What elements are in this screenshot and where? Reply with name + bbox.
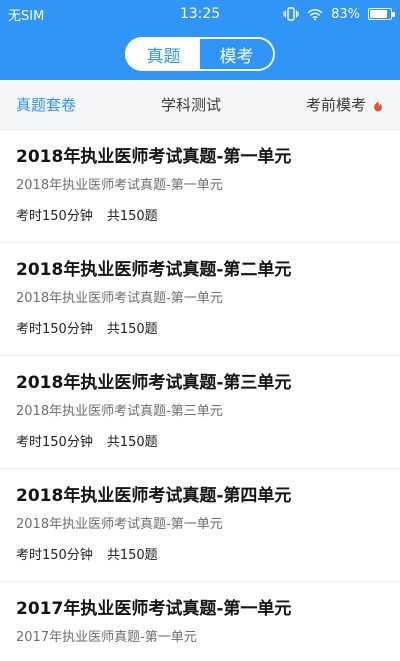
- exam-title: 2018年执业医师考试真题-第二单元: [16, 260, 292, 280]
- carrier-text: 无SIM: [8, 8, 45, 24]
- battery-percent: 83%: [331, 6, 360, 22]
- exam-subtitle: 2018年执业医师考试真题-第一单元: [16, 178, 223, 193]
- exam-subtitle: 2018年执业医师考试真题-第一单元: [16, 517, 223, 532]
- exam-time: 考时150分钟: [16, 209, 93, 224]
- battery-icon: [368, 8, 395, 20]
- list-item[interactable]: 2017年执业医师考试真题-第一单元 2017年执业医师真题-第一单元: [0, 582, 400, 661]
- exam-count: 共150题: [106, 322, 158, 337]
- exam-count: 共150题: [106, 209, 158, 224]
- subtab-real-sets-label: 真题套卷: [16, 96, 77, 114]
- toggle-real-exam[interactable]: 真题: [127, 39, 200, 69]
- app-header: 无SIM 13:25 83% 真题 模考: [0, 0, 400, 80]
- exam-meta: 考时150分钟 共150题: [16, 205, 384, 224]
- mode-toggle[interactable]: 真题 模考: [125, 37, 275, 71]
- toggle-real-exam-label: 真题: [146, 46, 181, 67]
- exam-count: 共150题: [106, 435, 158, 450]
- exam-list: 2018年执业医师考试真题-第一单元 2018年执业医师考试真题-第一单元 考时…: [0, 130, 400, 661]
- list-item[interactable]: 2018年执业医师考试真题-第二单元 2018年执业医师考试真题-第一单元 考时…: [0, 243, 400, 356]
- exam-title: 2018年执业医师考试真题-第三单元: [16, 373, 292, 393]
- battery-fill: [370, 10, 387, 18]
- list-item[interactable]: 2018年执业医师考试真题-第四单元 2018年执业医师考试真题-第一单元 考时…: [0, 469, 400, 582]
- subtab-subject-tests-label: 学科测试: [160, 96, 221, 114]
- status-time: 13:25: [179, 6, 221, 22]
- exam-time: 考时150分钟: [16, 548, 93, 563]
- exam-title: 2018年执业医师考试真题-第一单元: [16, 147, 292, 167]
- subtab-premock-label: 考前模考: [305, 96, 366, 114]
- exam-time: 考时150分钟: [16, 435, 93, 450]
- exam-title: 2018年执业医师考试真题-第四单元: [16, 486, 292, 506]
- exam-subtitle: 2017年执业医师真题-第一单元: [16, 630, 197, 645]
- exam-time: 考时150分钟: [16, 322, 93, 337]
- exam-subtitle: 2018年执业医师考试真题-第三单元: [16, 404, 223, 419]
- exam-count: 共150题: [106, 548, 158, 563]
- status-left: 无SIM: [8, 5, 118, 24]
- toggle-mock-exam[interactable]: 模考: [200, 39, 273, 69]
- subtabs: 真题套卷 学科测试 考前模考: [0, 80, 400, 130]
- subtab-subject-tests[interactable]: 学科测试: [161, 94, 221, 115]
- exam-title: 2017年执业医师考试真题-第一单元: [16, 599, 292, 619]
- toggle-mock-exam-label: 模考: [219, 46, 254, 67]
- subtab-real-sets[interactable]: 真题套卷: [16, 94, 76, 115]
- mode-toggle-wrap: 真题 模考: [0, 28, 400, 80]
- exam-meta: 考时150分钟 共150题: [16, 318, 384, 337]
- fire-icon: [372, 98, 384, 112]
- subtab-premock[interactable]: 考前模考: [306, 94, 384, 115]
- vibrate-icon: [283, 7, 299, 21]
- status-right: 83%: [282, 6, 395, 22]
- list-item[interactable]: 2018年执业医师考试真题-第一单元 2018年执业医师考试真题-第一单元 考时…: [0, 130, 400, 243]
- exam-subtitle: 2018年执业医师考试真题-第一单元: [16, 291, 223, 306]
- exam-meta: 考时150分钟 共150题: [16, 544, 384, 563]
- list-item[interactable]: 2018年执业医师考试真题-第三单元 2018年执业医师考试真题-第三单元 考时…: [0, 356, 400, 469]
- status-bar: 无SIM 13:25 83%: [0, 0, 400, 28]
- wifi-icon: [307, 7, 323, 21]
- exam-meta: 考时150分钟 共150题: [16, 431, 384, 450]
